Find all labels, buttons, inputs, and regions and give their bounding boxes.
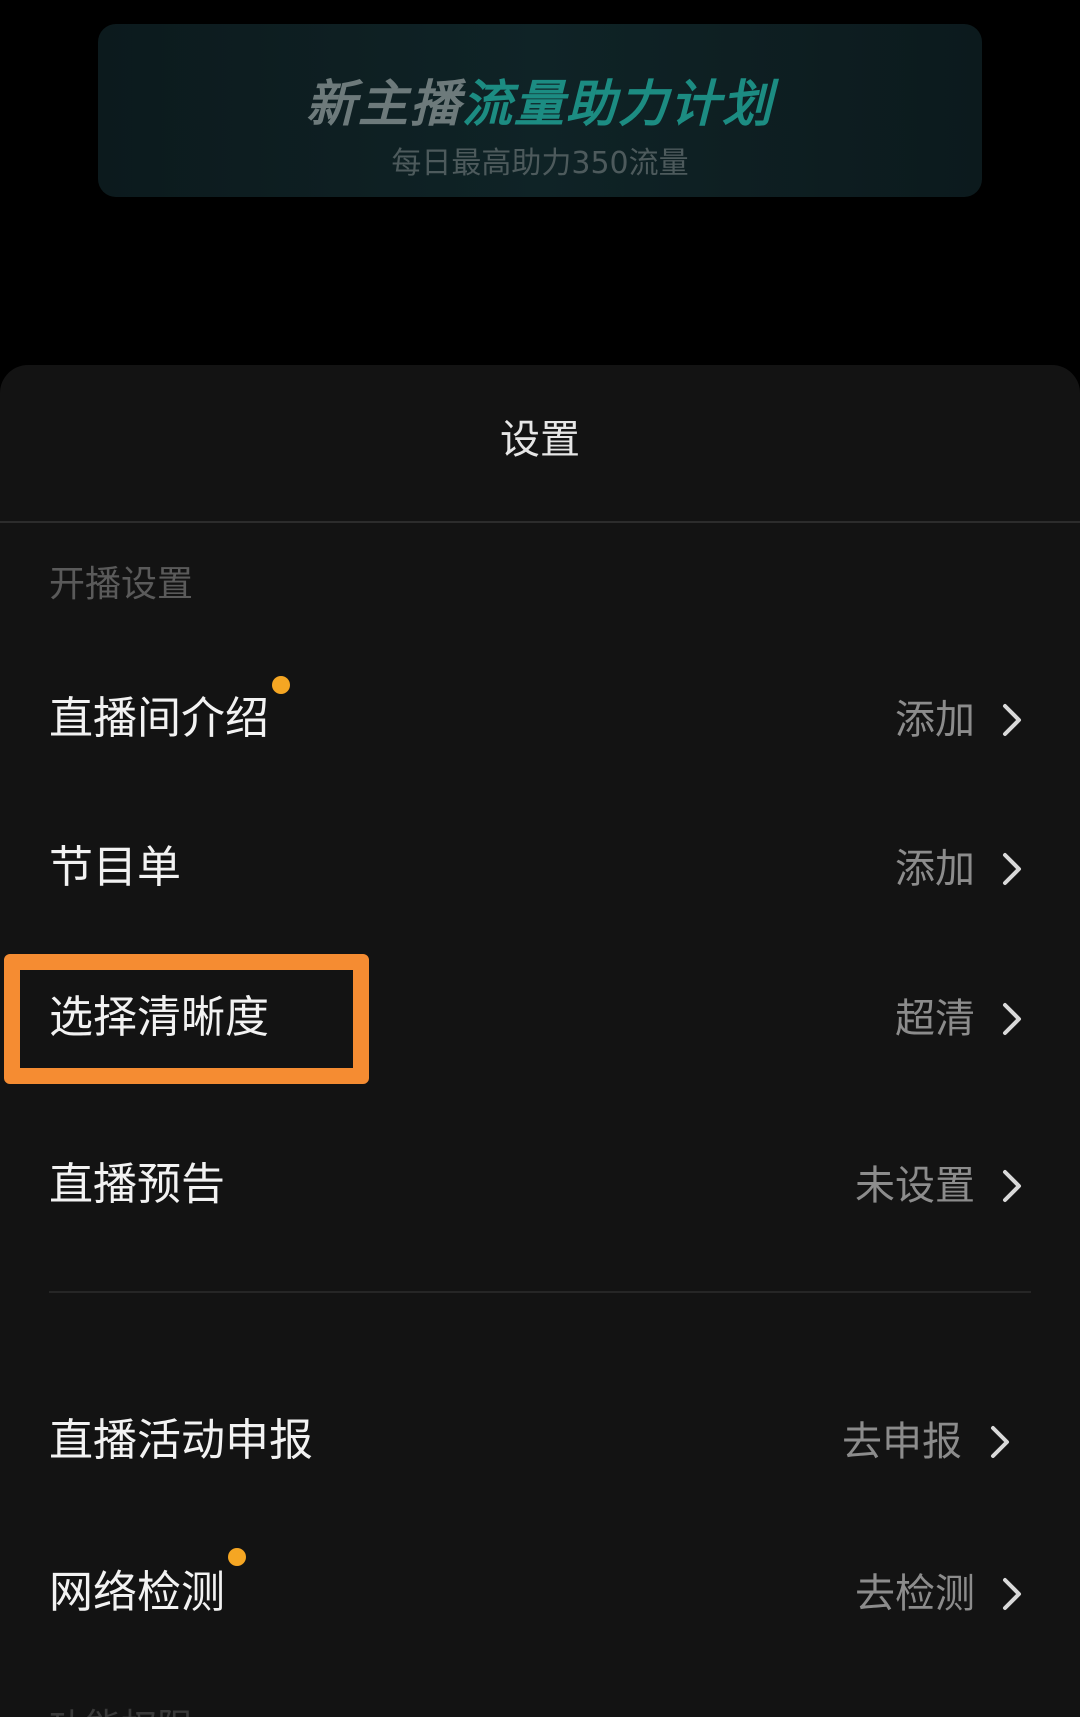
chevron-right-icon [991, 1426, 1009, 1458]
chevron-right-icon [1003, 1578, 1021, 1610]
row-live-preview[interactable]: 直播预告 未设置 [0, 1128, 1080, 1238]
row-label: 直播间介绍 [49, 693, 269, 744]
banner-title-part1: 新主播 [306, 75, 462, 133]
sheet-title: 设置 [500, 417, 580, 463]
highlight-annotation-box [4, 954, 369, 1084]
row-label: 网络检测 [49, 1567, 225, 1618]
row-label: 直播预告 [49, 1159, 225, 1210]
group-divider [49, 1291, 1031, 1293]
row-network-check[interactable]: 网络检测 去检测 [0, 1536, 1080, 1646]
screen: 新主播流量助力计划 每日最高助力350流量 设置 开播设置 直播间介绍 添加 节… [0, 0, 1080, 1717]
chevron-right-icon [1003, 1003, 1021, 1035]
row-label: 节目单 [49, 842, 181, 893]
row-value: 去检测 [855, 1571, 975, 1617]
row-label: 直播活动申报 [49, 1415, 313, 1466]
section-header-permissions: 功能权限 [49, 1705, 193, 1717]
row-value: 添加 [895, 697, 975, 743]
chevron-right-icon [1003, 853, 1021, 885]
banner-subtitle: 每日最高助力350流量 [391, 146, 689, 181]
banner-title: 新主播流量助力计划 [98, 74, 982, 134]
banner-title-part2: 流量助力计划 [462, 75, 774, 133]
row-value: 未设置 [855, 1163, 975, 1209]
row-live-activity-report[interactable]: 直播活动申报 去申报 [0, 1384, 1080, 1494]
row-room-intro[interactable]: 直播间介绍 添加 [0, 662, 1080, 772]
notification-dot-icon [228, 1548, 246, 1566]
sheet-header-divider [0, 521, 1080, 523]
row-value: 超清 [895, 996, 975, 1042]
promo-banner[interactable]: 新主播流量助力计划 每日最高助力350流量 [98, 24, 982, 197]
chevron-right-icon [1003, 1170, 1021, 1202]
row-value: 去申报 [842, 1419, 962, 1465]
chevron-right-icon [1003, 704, 1021, 736]
row-value: 添加 [895, 846, 975, 892]
section-header-broadcast-settings: 开播设置 [49, 564, 194, 605]
row-program-list[interactable]: 节目单 添加 [0, 811, 1080, 921]
notification-dot-icon [272, 676, 290, 694]
